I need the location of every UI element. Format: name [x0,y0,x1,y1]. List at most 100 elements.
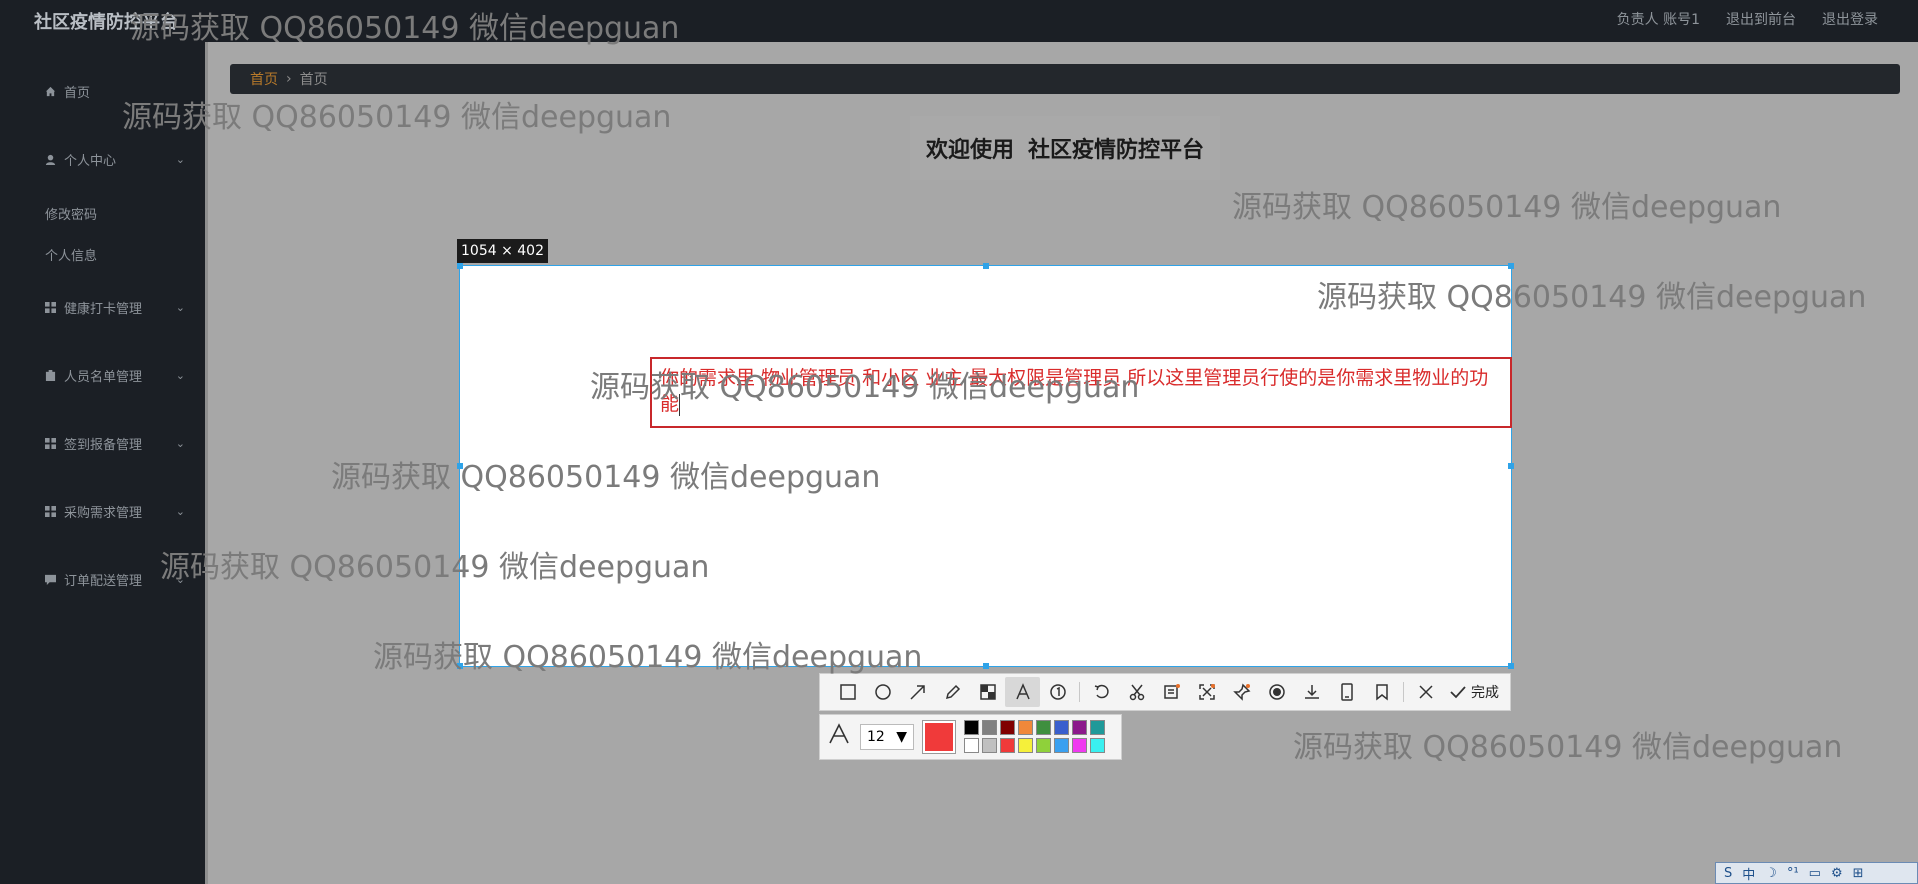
exit-to-frontend-link[interactable]: 退出到前台 [1726,9,1796,29]
chevron-down-icon: ⌄ [175,301,185,314]
sidebar-item-label: 健康打卡管理 [64,302,143,317]
resize-handle-top-right[interactable] [1508,263,1514,269]
mosaic-icon [979,684,996,700]
ellipse-tool-button[interactable] [865,677,900,707]
cut-button[interactable] [1119,677,1154,707]
tray-settings-icon[interactable]: ⚙ [1831,866,1843,881]
phone-icon [1340,683,1353,701]
palette-color-swatch[interactable] [1090,738,1105,753]
done-label: 完成 [1471,685,1499,701]
logout-link[interactable]: 退出登录 [1822,9,1878,29]
toolbar-divider [1079,682,1080,702]
watermark-text: 源码获取 QQ86050149 微信deepguan [160,550,710,585]
palette-color-swatch[interactable] [1000,738,1015,753]
toolbar-divider [1403,682,1404,702]
sidebar-item-personnel-list[interactable]: 人员名单管理 ⌄ [45,366,185,385]
watermark-text: 源码获取 QQ86050149 微信deepguan [373,640,923,675]
arrow-tool-button[interactable] [900,677,935,707]
grid-icon [45,302,56,313]
bookmark-icon [1375,684,1388,701]
palette-color-swatch[interactable] [1090,720,1105,735]
pin-icon [1232,683,1250,701]
sidebar-item-personal-center[interactable]: 个人中心 ⌄ [45,150,185,169]
undo-icon [1094,684,1109,699]
save-to-favorites-button[interactable] [1364,677,1399,707]
undo-button[interactable] [1084,677,1119,707]
palette-color-swatch[interactable] [1072,738,1087,753]
sidebar-subitem-change-password[interactable]: 修改密码 [45,204,97,223]
palette-color-swatch[interactable] [964,720,979,735]
welcome-prefix: 欢迎使用 [925,137,1014,163]
home-icon [45,86,56,97]
ocr-icon [1163,684,1180,699]
record-button[interactable] [1259,677,1294,707]
resize-handle-top-left[interactable] [457,263,463,269]
font-icon [828,723,852,751]
palette-color-swatch[interactable] [1054,720,1069,735]
tray-moon-icon[interactable]: ☽ [1765,866,1777,881]
palette-color-swatch[interactable] [1072,720,1087,735]
system-tray: S 中 ☽ °¹ ▭ ⚙ ⊞ [1715,862,1918,884]
palette-color-swatch[interactable] [1018,720,1033,735]
palette-color-swatch[interactable] [1036,738,1051,753]
done-button[interactable]: 完成 [1443,682,1505,702]
palette-color-swatch[interactable] [1018,738,1033,753]
tray-punctuation-icon[interactable]: °¹ [1787,866,1799,881]
watermark-text: 源码获取 QQ86050149 微信deepguan [331,460,881,495]
sidebar-divider [205,42,208,884]
font-size-select[interactable]: 12 ▼ [860,724,914,750]
pin-button[interactable] [1224,677,1259,707]
sidebar-item-label: 签到报备管理 [64,438,143,453]
palette-color-swatch[interactable] [964,738,979,753]
breadcrumb: 首页 › 首页 [230,64,1900,94]
grid-icon [45,438,56,449]
comment-icon [45,574,56,585]
number-marker-tool-button[interactable] [1040,677,1075,707]
user-icon [45,154,56,165]
sidebar-item-label: 个人中心 [64,154,117,169]
palette-color-swatch[interactable] [1054,738,1069,753]
resize-handle-bottom[interactable] [983,663,989,669]
tray-app-icon[interactable]: S [1724,866,1732,881]
pen-tool-button[interactable] [935,677,970,707]
rectangle-tool-button[interactable] [830,677,865,707]
watermark-text: 源码获取 QQ86050149 微信deepguan [1317,280,1867,315]
check-icon [1450,686,1466,699]
palette-color-swatch[interactable] [1000,720,1015,735]
current-color-swatch[interactable] [922,720,956,754]
tray-ime-indicator[interactable]: 中 [1742,864,1755,883]
resize-handle-bottom-right[interactable] [1508,663,1514,669]
record-icon [1268,684,1285,700]
palette-color-swatch[interactable] [982,720,997,735]
cancel-capture-button[interactable] [1408,677,1443,707]
breadcrumb-home-link[interactable]: 首页 [250,69,278,89]
resize-handle-right[interactable] [1508,463,1514,469]
palette-color-swatch[interactable] [982,738,997,753]
sidebar-subitem-personal-info[interactable]: 个人信息 [45,245,97,264]
download-button[interactable] [1294,677,1329,707]
top-links: 负责人 账号1 退出到前台 退出登录 [1617,9,1878,29]
send-to-phone-button[interactable] [1329,677,1364,707]
mosaic-tool-button[interactable] [970,677,1005,707]
sidebar-item-signin-report[interactable]: 签到报备管理 ⌄ [45,434,185,453]
chevron-down-icon: ⌄ [175,369,185,382]
ocr-button[interactable] [1154,677,1189,707]
sidebar-item-purchase-demand[interactable]: 采购需求管理 ⌄ [45,502,185,521]
chevron-down-icon: ⌄ [175,437,185,450]
arrow-icon [909,685,925,700]
palette-color-swatch[interactable] [1036,720,1051,735]
sidebar-item-health-checkin[interactable]: 健康打卡管理 ⌄ [45,298,185,317]
dropdown-arrow-icon: ▼ [896,729,907,745]
long-screenshot-button[interactable] [1189,677,1224,707]
tray-keyboard-icon[interactable]: ▭ [1809,866,1821,881]
selection-dimensions-label: 1054 × 402 [457,239,548,263]
numbered-circle-icon [1049,684,1066,700]
watermark-text: 源码获取 QQ86050149 微信deepguan [130,11,680,46]
account-link[interactable]: 负责人 账号1 [1617,9,1700,29]
resize-handle-top[interactable] [983,263,989,269]
watermark-text: 源码获取 QQ86050149 微信deepguan [1293,730,1843,765]
text-tool-button[interactable] [1005,677,1040,707]
chevron-right-icon: › [286,71,292,87]
tray-grid-icon[interactable]: ⊞ [1853,866,1864,881]
sidebar-item-label: 首页 [64,86,91,101]
